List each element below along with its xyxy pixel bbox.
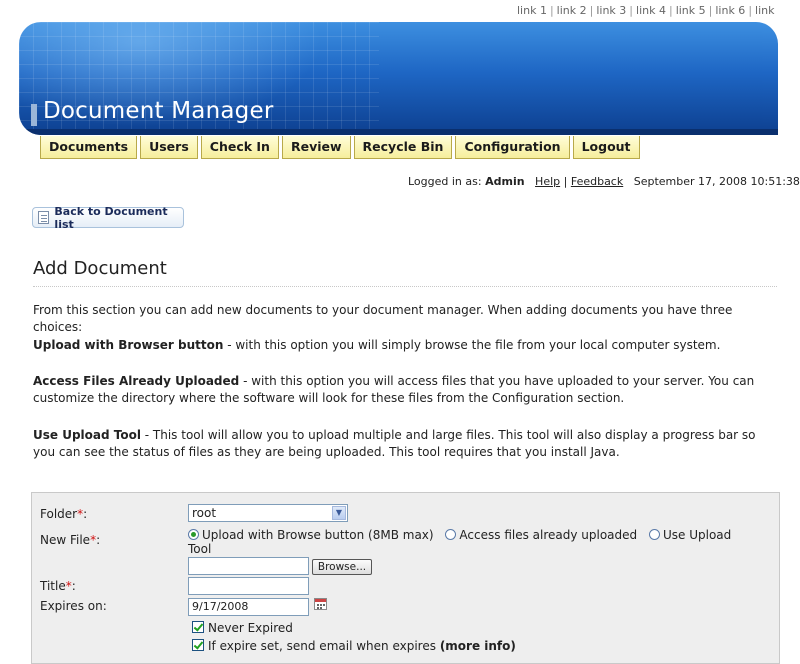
main-nav: Documents Users Check In Review Recycle … bbox=[40, 136, 640, 159]
top-link-6[interactable]: link 6 bbox=[715, 4, 745, 17]
folder-selected-value: root bbox=[192, 506, 217, 520]
back-button-label: Back to Document list bbox=[54, 204, 168, 231]
browse-button[interactable]: Browse... bbox=[312, 559, 372, 575]
login-status: Logged in as: Admin Help | Feedback Sept… bbox=[408, 175, 800, 188]
title-input[interactable] bbox=[188, 577, 309, 595]
option-title: Access Files Already Uploaded bbox=[33, 374, 240, 388]
option-title: Upload with Browser button bbox=[33, 338, 224, 352]
help-link[interactable]: Help bbox=[535, 175, 560, 188]
tab-documents[interactable]: Documents bbox=[40, 136, 138, 159]
radio-upload-browse[interactable] bbox=[188, 529, 199, 540]
email-on-expire-label: If expire set, send email when expires (… bbox=[208, 639, 516, 653]
radio-access-uploaded[interactable] bbox=[445, 529, 457, 540]
radio-access-uploaded-label: Access files already uploaded bbox=[459, 528, 638, 542]
app-title: Document Manager bbox=[43, 98, 274, 124]
feedback-link[interactable]: Feedback bbox=[571, 175, 623, 188]
current-datetime: September 17, 2008 10:51:38 am bbox=[633, 175, 800, 188]
radio-upload-tool[interactable] bbox=[648, 529, 660, 540]
chevron-down-icon: ▼ bbox=[332, 506, 346, 520]
radio-upload-browse-label: Upload with Browse button (8MB max) bbox=[202, 528, 434, 542]
option-description: - with this option you will simply brows… bbox=[223, 338, 721, 352]
upload-method-options: Upload with Browse button (8MB max) Acce… bbox=[188, 528, 753, 556]
folder-label: Folder*: bbox=[40, 507, 88, 521]
email-on-expire-checkbox[interactable] bbox=[192, 639, 204, 651]
option-description: - This tool will allow you to upload mul… bbox=[33, 428, 756, 459]
top-link-4[interactable]: link 4 bbox=[636, 4, 666, 17]
top-link-2[interactable]: link 2 bbox=[557, 4, 587, 17]
option-title: Use Upload Tool bbox=[33, 428, 141, 442]
header-banner: Document Manager bbox=[19, 22, 778, 135]
new-file-label: New File*: bbox=[40, 533, 101, 547]
username: Admin bbox=[485, 175, 525, 188]
top-links: link 1 | link 2 | link 3 | link 4 | link 5 | link … bbox=[517, 4, 775, 17]
option-upload-tool: Use Upload Tool - This tool will allow y… bbox=[33, 427, 778, 461]
intro-text: From this section you can add new docume… bbox=[33, 303, 733, 334]
page-title: Add Document bbox=[33, 258, 167, 279]
option-access-uploaded: Access Files Already Uploaded - with thi… bbox=[33, 373, 778, 407]
tab-users[interactable]: Users bbox=[140, 136, 198, 159]
tab-review[interactable]: Review bbox=[281, 136, 351, 159]
logged-in-label: Logged in as: bbox=[408, 175, 482, 188]
tab-logout[interactable]: Logout bbox=[572, 136, 640, 159]
never-expired-checkbox[interactable] bbox=[192, 621, 204, 633]
never-expired-label: Never Expired bbox=[208, 621, 293, 635]
banner-stripe bbox=[19, 129, 778, 135]
more-info-link[interactable]: (more info) bbox=[440, 639, 516, 653]
expires-date-input[interactable]: 9/17/2008 bbox=[188, 598, 309, 616]
title-accent-bar bbox=[31, 104, 37, 126]
top-link-3[interactable]: link 3 bbox=[596, 4, 626, 17]
tab-configuration[interactable]: Configuration bbox=[455, 136, 570, 159]
expires-label: Expires on: bbox=[40, 599, 107, 613]
document-list-icon bbox=[38, 211, 50, 224]
top-link-5[interactable]: link 5 bbox=[676, 4, 706, 17]
title-divider bbox=[33, 286, 777, 287]
top-link-7[interactable]: link bbox=[755, 4, 774, 17]
title-label: Title*: bbox=[40, 579, 76, 593]
back-to-list-button[interactable]: Back to Document list bbox=[32, 204, 184, 231]
tab-recycle-bin[interactable]: Recycle Bin bbox=[353, 136, 453, 159]
top-link-1[interactable]: link 1 bbox=[517, 4, 547, 17]
option-upload-browser: Upload with Browser button - with this o… bbox=[33, 337, 778, 354]
tab-check-in[interactable]: Check In bbox=[200, 136, 279, 159]
folder-select[interactable]: root ▼ bbox=[188, 504, 348, 522]
file-path-input[interactable] bbox=[188, 557, 309, 575]
calendar-icon[interactable] bbox=[314, 598, 327, 610]
